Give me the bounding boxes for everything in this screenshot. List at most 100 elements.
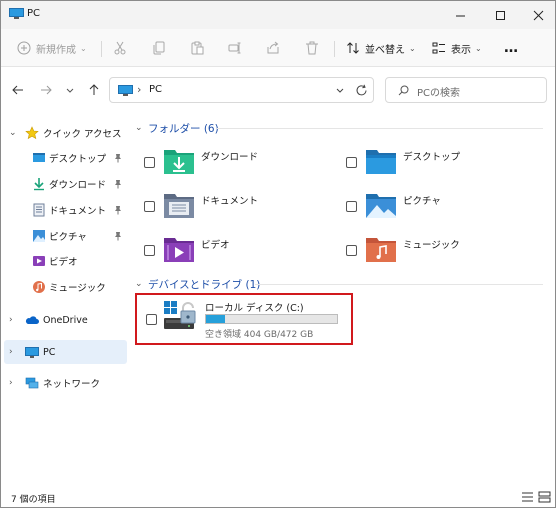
copy-icon [153,41,165,55]
sidebar-item-label: ネットワーク [43,379,101,390]
item-checkbox[interactable] [146,314,157,325]
sidebar-item-downloads[interactable]: ダウンロード [1,172,127,196]
new-button[interactable]: 新規作成 ⌄ [17,37,87,59]
command-bar: 新規作成 ⌄ 並べ替え ⌄ 表示 ⌄ … [1,29,555,67]
folder-item-music[interactable]: ミュージック [346,233,536,269]
recent-locations-button[interactable] [61,81,79,99]
sort-icon [347,42,359,54]
file-explorer-window: PC 新規作成 ⌄ 並べ替え ⌄ 表示 ⌄ … › PC PCの検索 ⌄ クイッ… [0,0,556,508]
arrow-left-icon [12,85,23,95]
paste-button[interactable] [190,37,204,59]
sidebar-item-documents[interactable]: ドキュメント [1,198,127,222]
tiles-view-icon[interactable] [538,491,551,503]
chevron-down-icon[interactable]: ⌄ [9,128,17,138]
sidebar-item-label: ミュージック [49,283,106,294]
view-icon [432,42,445,54]
view-button[interactable]: 表示 ⌄ [432,37,482,59]
delete-button[interactable] [305,37,319,59]
drive-item-local-disk-c[interactable]: ローカル ディスク (C:) 空き領域 404 GB/472 GB [135,293,353,345]
sidebar-item-music[interactable]: ミュージック [1,275,127,299]
new-label: 新規作成 [36,44,76,56]
folder-item-pictures[interactable]: ピクチャ [346,189,536,225]
view-label: 表示 [451,44,471,56]
folder-name: ミュージック [403,240,460,251]
item-checkbox[interactable] [346,201,357,212]
forward-button[interactable] [37,81,55,99]
share-icon [267,41,279,54]
chevron-right-icon[interactable]: › [9,378,17,388]
onedrive-cloud-icon [25,316,39,324]
sidebar-item-quick-access[interactable]: ⌄ クイック アクセス [1,121,127,145]
sidebar-item-label: OneDrive [43,314,88,326]
breadcrumb-pc[interactable]: PC [149,84,162,95]
item-checkbox[interactable] [144,157,155,168]
maximize-button[interactable] [483,1,517,29]
folders-group-header[interactable]: ⌄ フォルダー (6) [135,120,547,136]
divider [255,284,543,285]
item-count: 7 個の項目 [11,495,56,505]
up-button[interactable] [85,81,103,99]
sidebar-item-label: ピクチャ [49,232,87,243]
share-button[interactable] [266,37,280,59]
chevron-down-icon: ⌄ [475,43,482,53]
trash-icon [306,41,318,55]
pc-icon [9,8,24,19]
folder-item-downloads[interactable]: ダウンロード [144,145,334,181]
chevron-down-icon: ⌄ [135,123,143,133]
divider [217,128,543,129]
close-button[interactable] [521,1,555,29]
documents-folder-icon [33,203,45,217]
search-box[interactable]: PCの検索 [385,77,547,103]
folder-name: ダウンロード [201,152,259,163]
item-checkbox[interactable] [144,245,155,256]
rename-button[interactable] [228,37,242,59]
sidebar-item-label: ドキュメント [49,206,107,217]
chevron-down-icon[interactable] [334,83,346,97]
sidebar-item-onedrive[interactable]: › OneDrive [1,308,127,332]
devices-group-header[interactable]: ⌄ デバイスとドライブ (1) [135,276,547,292]
chevron-right-icon[interactable]: › [9,315,17,325]
details-view-icon[interactable] [521,491,534,503]
divider [101,41,102,57]
more-options-button[interactable]: … [504,37,519,59]
back-button[interactable] [9,81,27,99]
refresh-icon[interactable] [355,84,368,97]
folder-item-documents[interactable]: ドキュメント [144,189,334,225]
item-checkbox[interactable] [144,201,155,212]
folder-name: ドキュメント [201,196,259,207]
pc-icon [25,347,39,358]
copy-button[interactable] [152,37,166,59]
folder-item-desktop[interactable]: デスクトップ [346,145,536,181]
sidebar-item-label: デスクトップ [49,154,107,165]
sidebar-item-label: クイック アクセス [43,129,122,140]
sidebar-item-network[interactable]: › ネットワーク [1,371,127,395]
cut-button[interactable] [113,37,127,59]
folder-item-videos[interactable]: ビデオ [144,233,334,269]
chevron-right-icon[interactable]: › [9,347,17,357]
pin-icon [115,180,121,189]
videos-folder-icon [164,238,194,262]
item-checkbox[interactable] [346,245,357,256]
pin-icon [115,232,121,241]
item-checkbox[interactable] [346,157,357,168]
search-placeholder: PCの検索 [417,88,461,99]
folder-name: ビデオ [201,240,230,251]
star-icon [25,126,39,140]
minimize-button[interactable] [443,1,477,29]
documents-folder-icon [164,194,194,218]
sidebar-item-desktop[interactable]: デスクトップ [1,146,127,170]
sidebar-item-pictures[interactable]: ピクチャ [1,224,127,248]
address-bar[interactable]: › PC [109,77,374,103]
chevron-down-icon: ⌄ [135,279,143,289]
cut-icon [114,41,126,55]
drive-name: ローカル ディスク (C:) [205,303,304,314]
maximize-icon [495,10,505,20]
sidebar-item-videos[interactable]: ビデオ [1,249,127,273]
sort-button[interactable]: 並べ替え ⌄ [346,37,416,59]
sidebar-item-pc[interactable]: › PC [4,340,127,364]
title-bar: PC [1,1,555,29]
close-icon [533,10,543,20]
network-icon [25,377,39,389]
bitlocker-drive-icon [164,301,196,329]
pin-icon [115,206,121,215]
